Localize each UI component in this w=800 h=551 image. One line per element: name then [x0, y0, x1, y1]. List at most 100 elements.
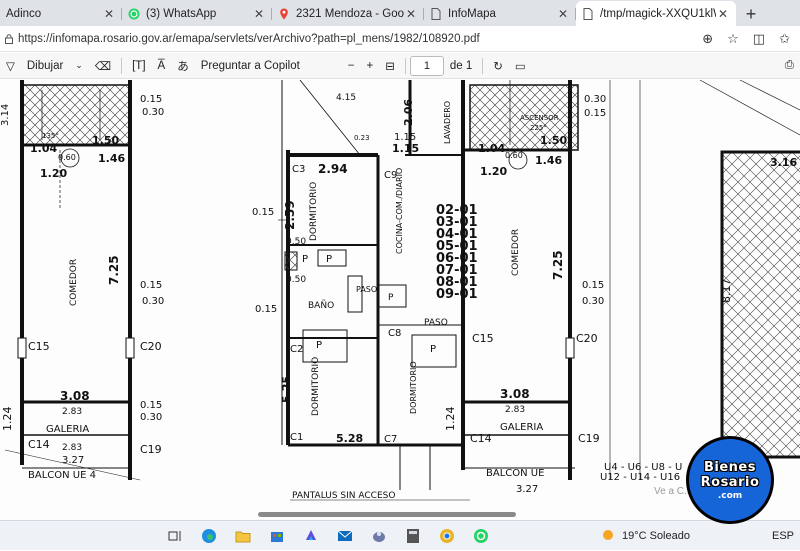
- draw-button[interactable]: Dibujar: [21, 55, 69, 77]
- pdf-viewer[interactable]: 3.14 0.15 0.30 0.60 1.50 1.04 1.46 1.20 …: [0, 80, 800, 520]
- plan-label: COMEDOR: [511, 229, 521, 276]
- close-icon[interactable]: ✕: [716, 7, 730, 21]
- chevron-down-icon[interactable]: ⌄: [69, 55, 89, 77]
- tab-adinco[interactable]: Adinco ✕: [0, 2, 122, 26]
- plan-label: 5.25: [280, 376, 293, 403]
- split-screen-icon[interactable]: ◫: [753, 31, 765, 47]
- tab-infomapa[interactable]: InfoMapa ✕: [424, 2, 576, 26]
- zoom-out-button[interactable]: −: [342, 55, 361, 77]
- logo-line-1: Bienes: [704, 459, 756, 475]
- plan-labels: 3.14 0.15 0.30 0.60 1.50 1.04 1.46 1.20 …: [0, 93, 797, 501]
- zoom-in-button[interactable]: +: [361, 55, 380, 77]
- weather-text[interactable]: 19°C Soleado: [622, 530, 690, 542]
- plan-label: GALERIA: [500, 422, 543, 433]
- plan-label: 0.15: [584, 108, 606, 119]
- page-view-icon[interactable]: ▭: [509, 55, 532, 77]
- page-number-input[interactable]: 1: [409, 55, 444, 76]
- plan-label: 7.25: [551, 250, 565, 280]
- info-icon[interactable]: [0, 33, 18, 44]
- app-icon[interactable]: [366, 523, 392, 549]
- print-icon[interactable]: ⎙: [779, 55, 800, 77]
- new-tab-button[interactable]: +: [736, 2, 766, 26]
- plan-label: 3.08: [60, 389, 90, 403]
- close-icon[interactable]: ✕: [102, 7, 116, 21]
- store-icon[interactable]: [264, 523, 290, 549]
- plan-label: 0.60: [505, 151, 523, 160]
- toolbar-divider: [404, 57, 406, 74]
- plan-label: 1.46: [535, 154, 562, 167]
- address-bar[interactable]: https://infomapa.rosario.gov.ar/emapa/se…: [0, 28, 702, 50]
- plan-label: P: [388, 293, 394, 303]
- copilot-icon[interactable]: [298, 523, 324, 549]
- tab-whatsapp[interactable]: (3) WhatsApp ✕: [122, 2, 272, 26]
- rotate-icon[interactable]: ↻: [487, 55, 509, 77]
- plan-label: 0.15: [140, 400, 162, 411]
- text-box-icon[interactable]: [T]: [126, 55, 151, 77]
- plan-label: 2.94: [318, 162, 348, 176]
- plan-label: 3.14: [0, 104, 11, 126]
- close-icon[interactable]: ✕: [252, 7, 266, 21]
- plan-label: 0.15: [252, 207, 274, 218]
- plan-label: COCINA-COM./DIARIO: [395, 168, 404, 254]
- plan-label: C2: [290, 344, 303, 355]
- tab-label: InfoMapa: [448, 8, 496, 20]
- plan-label: 1.24: [444, 407, 457, 432]
- draw-icon[interactable]: ▽: [0, 55, 21, 77]
- zoom-icon[interactable]: ⊕: [702, 31, 713, 47]
- whatsapp-icon[interactable]: [468, 523, 494, 549]
- tab-google-maps[interactable]: 2321 Mendoza - Google Ma ✕: [272, 2, 424, 26]
- calculator-icon[interactable]: [400, 523, 426, 549]
- ask-copilot-button[interactable]: Preguntar a Copilot: [195, 55, 306, 77]
- close-icon[interactable]: ✕: [404, 7, 418, 21]
- toolbar-divider: [121, 57, 123, 74]
- plan-label: 1.15: [392, 142, 419, 155]
- fit-page-icon[interactable]: ⊟: [379, 55, 401, 77]
- plan-label: C1: [290, 432, 303, 443]
- taskbar-apps: [158, 523, 498, 549]
- plan-label: C20: [576, 332, 598, 345]
- horizontal-scrollbar[interactable]: [258, 512, 516, 517]
- page-total: de 1: [449, 59, 473, 72]
- plan-label: C15: [28, 340, 50, 353]
- pdf-toolbar: ▽ Dibujar ⌄ ⌫ [T] A̅ あ Preguntar a Copil…: [0, 53, 800, 79]
- file-explorer-icon[interactable]: [230, 523, 256, 549]
- close-icon[interactable]: ✕: [556, 7, 570, 21]
- plan-label: BALCON UE 4: [28, 470, 96, 481]
- plan-label: LAVADERO: [443, 101, 452, 144]
- mail-icon[interactable]: [332, 523, 358, 549]
- plan-label: 135°: [42, 132, 59, 140]
- plan-label: 2.06: [402, 99, 415, 126]
- translate-icon[interactable]: あ: [171, 55, 195, 77]
- plan-label: 1.50: [540, 134, 567, 147]
- browser-tab-bar: Adinco ✕ (3) WhatsApp ✕ 2321 Mendoza - G…: [0, 0, 800, 26]
- plan-label: 4.15: [336, 93, 356, 103]
- plan-label: C7: [384, 434, 397, 445]
- favorite-star-icon[interactable]: ☆: [727, 31, 739, 47]
- plan-label: 0.15: [582, 280, 604, 291]
- plan-label: C3: [292, 164, 305, 175]
- system-tray: 19°C Soleado ESP: [600, 521, 800, 551]
- plan-label: P: [430, 344, 436, 355]
- favorites-icon[interactable]: ✩: [779, 31, 790, 47]
- plan-label: P: [302, 254, 308, 265]
- chrome-icon[interactable]: [434, 523, 460, 549]
- url-text: https://infomapa.rosario.gov.ar/emapa/se…: [18, 32, 480, 45]
- language-indicator[interactable]: ESP: [772, 530, 794, 542]
- maps-pin-icon: [278, 8, 290, 20]
- tab-pdf-active[interactable]: /tmp/magick-XXQU1klW ✕: [576, 1, 736, 26]
- plan-label: ASCENSOR: [520, 114, 559, 122]
- eraser-icon[interactable]: ⌫: [89, 55, 117, 77]
- edge-browser-icon[interactable]: [196, 523, 222, 549]
- tab-label: Adinco: [6, 8, 42, 20]
- plan-label: 3.27: [62, 455, 84, 466]
- read-aloud-icon[interactable]: A̅: [152, 55, 172, 77]
- plan-label: C14: [470, 432, 492, 445]
- plan-label: BAÑO: [308, 300, 334, 311]
- plan-label: 0.30: [142, 296, 164, 307]
- plan-label: 3.08: [500, 387, 530, 401]
- task-view-icon[interactable]: [162, 523, 188, 549]
- plan-label: 2.83: [62, 443, 82, 453]
- unit-code: 09-01: [436, 287, 478, 302]
- windows-taskbar: 19°C Soleado ESP: [0, 520, 800, 550]
- plan-label: PASO: [356, 285, 377, 294]
